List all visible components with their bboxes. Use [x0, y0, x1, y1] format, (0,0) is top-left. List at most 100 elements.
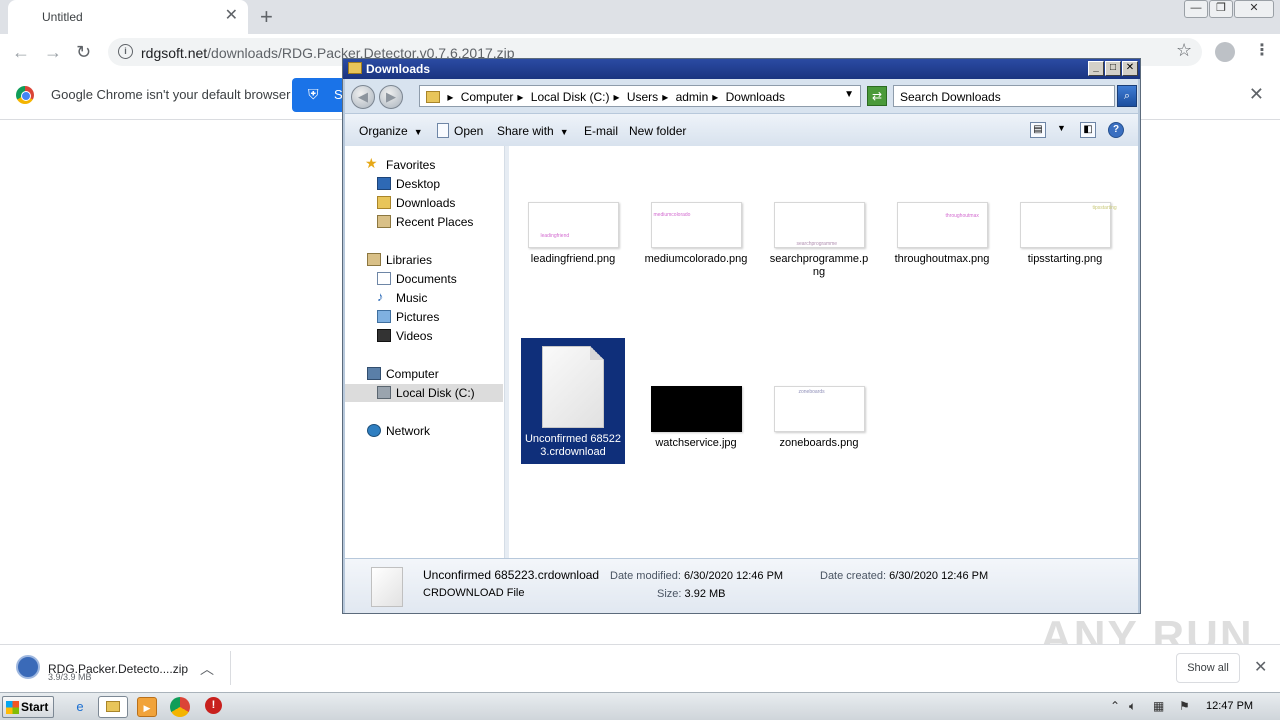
file-item[interactable]: tipsstarting tipsstarting.png — [1013, 202, 1117, 266]
nav-desktop[interactable]: Desktop — [345, 175, 503, 193]
windows-logo-icon — [6, 701, 19, 714]
explorer-close-button[interactable]: ✕ — [1122, 61, 1138, 76]
file-item[interactable]: throughoutmax throughoutmax.png — [890, 202, 994, 266]
file-name: Unconfirmed 685223.crdownload — [524, 433, 621, 458]
share-with-menu[interactable]: Share with ▼ — [497, 124, 569, 138]
search-input[interactable]: Search Downloads — [893, 85, 1115, 107]
windows-explorer-taskbar-icon[interactable] — [98, 696, 128, 718]
nav-network[interactable]: Network — [345, 422, 503, 440]
nav-pictures[interactable]: Pictures — [345, 308, 503, 326]
image-thumbnail: throughoutmax — [896, 202, 988, 248]
pictures-icon — [377, 310, 391, 323]
music-note-icon: ♪ — [377, 289, 384, 304]
nav-music[interactable]: ♪ Music — [345, 289, 503, 307]
tab-close-icon[interactable]: ✕ — [225, 8, 238, 24]
chrome-taskbar-icon[interactable] — [170, 697, 190, 717]
tab-title: Untitled — [42, 10, 83, 24]
download-shelf: RDG.Packer.Detecto....zip 3.9/3.9 MB ︿ S… — [0, 644, 1280, 691]
file-name: tipsstarting.png — [1027, 253, 1103, 265]
back-arrow-icon[interactable]: ← — [12, 40, 30, 64]
new-tab-button[interactable]: + — [260, 4, 273, 30]
nav-documents[interactable]: Documents — [345, 270, 503, 288]
breadcrumb-admin[interactable]: admin — [676, 90, 709, 104]
view-dropdown-icon[interactable]: ▼ — [1057, 123, 1066, 133]
nav-libraries[interactable]: Libraries — [345, 251, 503, 269]
bookmark-star-icon[interactable]: ☆ — [1176, 40, 1192, 61]
file-item-selected[interactable]: Unconfirmed 685223.crdownload — [521, 338, 625, 464]
forward-arrow-icon[interactable]: → — [44, 40, 62, 64]
downloads-folder-icon — [377, 196, 391, 209]
help-icon[interactable]: ? — [1108, 122, 1124, 138]
media-player-icon[interactable]: ▶ — [137, 697, 157, 717]
internet-explorer-icon[interactable]: e — [70, 697, 90, 717]
nav-videos[interactable]: Videos — [345, 327, 503, 345]
nav-local-disk[interactable]: Local Disk (C:) — [345, 384, 503, 402]
shelf-divider — [230, 651, 231, 685]
download-file-size: 3.9/3.9 MB — [48, 672, 92, 682]
window-restore-button[interactable]: ❐ — [1209, 0, 1233, 18]
search-icon[interactable]: ⌕ — [1117, 85, 1137, 107]
email-button[interactable]: E-mail — [584, 124, 618, 138]
file-item[interactable]: zoneboards zoneboards.png — [767, 386, 871, 450]
nav-computer[interactable]: Computer — [345, 365, 503, 383]
breadcrumb-downloads[interactable]: Downloads — [726, 90, 785, 104]
forward-button[interactable]: ▶ — [379, 85, 403, 109]
browser-tab[interactable]: Untitled ✕ — [8, 0, 248, 34]
videos-icon — [377, 329, 391, 342]
nav-recent-places[interactable]: Recent Places — [345, 213, 503, 231]
chevron-up-icon[interactable]: ︿ — [200, 659, 214, 679]
window-minimize-button[interactable]: — — [1184, 0, 1208, 18]
url-host: rdgsoft.net — [141, 45, 208, 61]
file-item[interactable]: mediumcolorado mediumcolorado.png — [644, 202, 748, 266]
profile-avatar-icon[interactable] — [1215, 42, 1235, 62]
hard-disk-icon — [377, 386, 391, 399]
volume-icon[interactable]: 🔈︎ — [1129, 699, 1136, 714]
shelf-close-icon[interactable]: ✕ — [1254, 657, 1267, 677]
tray-overflow-icon[interactable]: ⌃ — [1110, 699, 1120, 713]
window-close-button[interactable]: ✕ — [1234, 0, 1274, 18]
start-button[interactable]: Start — [2, 696, 54, 718]
breadcrumb[interactable]: ▸ Computer ▸ Local Disk (C:) ▸ Users ▸ admi… — [419, 85, 861, 107]
infobar-close-icon[interactable]: ✕ — [1249, 84, 1264, 105]
explorer-titlebar[interactable]: Downloads _ □ ✕ — [343, 59, 1140, 79]
system-clock[interactable]: 12:47 PM — [1206, 700, 1253, 712]
nav-downloads[interactable]: Downloads — [345, 194, 503, 212]
network-tray-icon[interactable]: ▦ — [1153, 699, 1164, 713]
recent-places-icon — [377, 215, 391, 228]
preview-pane-icon[interactable]: ◧ — [1080, 122, 1096, 138]
show-all-button[interactable]: Show all — [1176, 653, 1240, 683]
explorer-maximize-button[interactable]: □ — [1105, 61, 1121, 76]
file-item[interactable]: watchservice.jpg — [644, 386, 748, 450]
breadcrumb-computer[interactable]: Computer — [461, 90, 514, 104]
change-view-icon[interactable]: ▤ — [1030, 122, 1046, 138]
desktop-icon — [377, 177, 391, 190]
breadcrumb-local-disk[interactable]: Local Disk (C:) — [531, 90, 610, 104]
back-button[interactable]: ◀ — [351, 85, 375, 109]
address-dropdown-icon[interactable]: ▼ — [844, 89, 854, 100]
nav-label: Downloads — [396, 196, 456, 210]
chrome-menu-icon[interactable]: ⋮ — [1254, 40, 1270, 60]
file-item[interactable]: searchprogramme searchprogramme.png — [767, 202, 871, 279]
organize-menu[interactable]: Organize ▼ — [359, 124, 423, 138]
thumbnail-text: leadingfriend — [540, 233, 570, 239]
image-thumbnail: zoneboards — [773, 386, 865, 432]
details-pane: Unconfirmed 685223.crdownload CRDOWNLOAD… — [345, 558, 1138, 613]
file-name: throughoutmax.png — [894, 253, 990, 265]
file-item[interactable]: leadingfriend leadingfriend.png — [521, 202, 625, 266]
nav-label: Videos — [396, 329, 433, 343]
document-file-icon — [371, 567, 403, 607]
antivirus-alert-icon[interactable]: ! — [205, 697, 222, 714]
site-info-icon[interactable]: i — [118, 44, 133, 59]
refresh-icon[interactable]: ⇄ — [867, 86, 887, 106]
action-center-flag-icon[interactable]: ⚑ — [1179, 699, 1190, 713]
infobar-message: Google Chrome isn't your default browser — [51, 87, 291, 102]
open-button[interactable]: Open — [454, 124, 483, 138]
nav-label: Network — [386, 424, 431, 438]
image-thumbnail — [650, 386, 742, 432]
reload-icon[interactable]: ↻ — [76, 40, 91, 64]
explorer-minimize-button[interactable]: _ — [1088, 61, 1104, 76]
shield-icon: ⛨ — [308, 86, 319, 102]
breadcrumb-users[interactable]: Users — [627, 90, 658, 104]
nav-favorites[interactable]: ★ Favorites — [345, 155, 503, 174]
new-folder-button[interactable]: New folder — [629, 124, 686, 138]
